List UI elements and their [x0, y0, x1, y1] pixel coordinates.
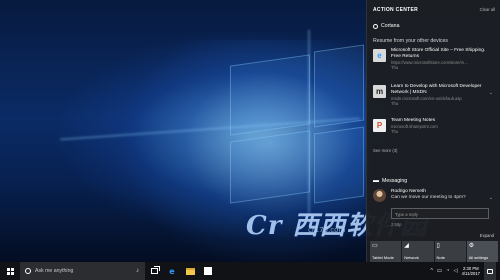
system-tray: ^ ▭ ◔ ◁ 2:30 PM 4/11/2017 — [430, 262, 500, 280]
notification-time: Thu — [391, 129, 399, 135]
search-placeholder: Ask me anything — [35, 268, 74, 274]
message-text: Can we move our meeting to 4pm? — [391, 195, 466, 200]
windows-logo-pane — [230, 130, 310, 204]
action-center-title: ACTION CENTER — [373, 7, 419, 13]
notification-time: Thu — [391, 65, 399, 71]
notification-time: Thu — [391, 101, 399, 107]
network-icon: ◢ — [404, 243, 409, 249]
task-view-icon — [150, 266, 160, 274]
start-button[interactable] — [0, 262, 20, 280]
action-center-panel: ACTION CENTER Clear all Cortana Resume f… — [366, 0, 500, 262]
file-explorer-button[interactable] — [181, 262, 199, 280]
message-icon: ▬ — [373, 178, 379, 184]
see-more-link[interactable]: See more (3) — [373, 148, 397, 153]
edge-taskbar-button[interactable]: e — [163, 262, 181, 280]
avatar — [373, 189, 386, 202]
search-box[interactable]: Ask me anything ♪ — [20, 262, 145, 280]
microphone-icon[interactable]: ♪ — [136, 268, 139, 274]
cortana-group-header[interactable]: Cortana — [373, 23, 399, 29]
windows-icon — [6, 267, 14, 275]
taskbar: Ask me anything ♪ e ^ ▭ ◔ ◁ 2:30 PM 4/11… — [0, 262, 500, 280]
msdn-icon: m — [373, 85, 386, 98]
reply-input[interactable]: Type a reply — [391, 208, 489, 219]
clock-date: 4/11/2017 — [461, 271, 480, 276]
all-settings-button[interactable]: ⚙ All settings — [466, 241, 498, 262]
watermark-url: cr173.com — [308, 226, 346, 234]
quick-actions: ▭ Tablet Mode ◢ Network ▯ Note ⚙ All set… — [370, 241, 498, 262]
tablet-mode-button[interactable]: ▭ Tablet Mode — [370, 241, 402, 262]
notification-title: Microsoft Store Official Site – Free Shi… — [391, 48, 486, 59]
notification-item[interactable]: e Microsoft Store Official Site – Free S… — [373, 48, 495, 70]
cortana-icon — [25, 268, 31, 274]
windows-logo-pane — [314, 44, 364, 128]
message-time: 2:58p — [391, 222, 402, 227]
wifi-icon[interactable]: ◔ — [446, 268, 449, 274]
quick-action-label: All settings — [468, 255, 489, 260]
network-button[interactable]: ◢ Network — [402, 241, 434, 262]
powerpoint-icon: P — [373, 119, 386, 132]
quick-action-label: Network — [404, 255, 419, 260]
tablet-mode-icon: ▭ — [372, 243, 378, 249]
clock[interactable]: 2:30 PM 4/11/2017 — [462, 266, 480, 276]
volume-icon[interactable]: ◁ — [453, 268, 457, 274]
task-view-button[interactable] — [145, 262, 163, 280]
messaging-label: Messaging — [382, 178, 408, 184]
chevron-up-icon[interactable]: ^ — [430, 268, 433, 274]
note-icon: ▯ — [436, 243, 440, 249]
cortana-icon — [373, 23, 378, 29]
windows-logo-pane — [314, 126, 364, 204]
battery-icon[interactable]: ▭ — [437, 268, 442, 274]
clear-all-link[interactable]: Clear all — [480, 7, 495, 12]
notification-title: Learn to Develop with Microsoft Develope… — [391, 84, 482, 95]
cortana-label: Cortana — [381, 23, 400, 29]
notification-item[interactable]: P Team Meeting Notes microsoft.sharepoin… — [373, 118, 495, 134]
action-center-button[interactable] — [484, 262, 496, 280]
edge-icon: e — [169, 266, 175, 276]
folder-icon — [185, 267, 195, 275]
notification-item[interactable]: m Learn to Develop with Microsoft Develo… — [373, 84, 495, 106]
chevron-down-icon[interactable]: ⌄ — [489, 195, 493, 201]
quick-action-label: Tablet Mode — [372, 255, 394, 260]
light-beam — [308, 30, 310, 220]
notification-icon — [487, 268, 493, 274]
store-icon — [204, 267, 212, 275]
note-button[interactable]: ▯ Note — [434, 241, 466, 262]
chevron-down-icon[interactable]: ⌄ — [489, 90, 493, 96]
expand-link[interactable]: Expand — [480, 233, 494, 238]
cortana-subtitle: Resume from your other devices — [373, 38, 448, 44]
quick-action-label: Note — [436, 255, 445, 260]
store-button[interactable] — [199, 262, 217, 280]
edge-icon: e — [373, 49, 386, 62]
message-notification[interactable]: Rodrigo Nemeth Can we move our meeting t… — [373, 189, 495, 202]
messaging-group-header[interactable]: ▬ Messaging — [373, 178, 407, 184]
gear-icon: ⚙ — [468, 243, 475, 249]
